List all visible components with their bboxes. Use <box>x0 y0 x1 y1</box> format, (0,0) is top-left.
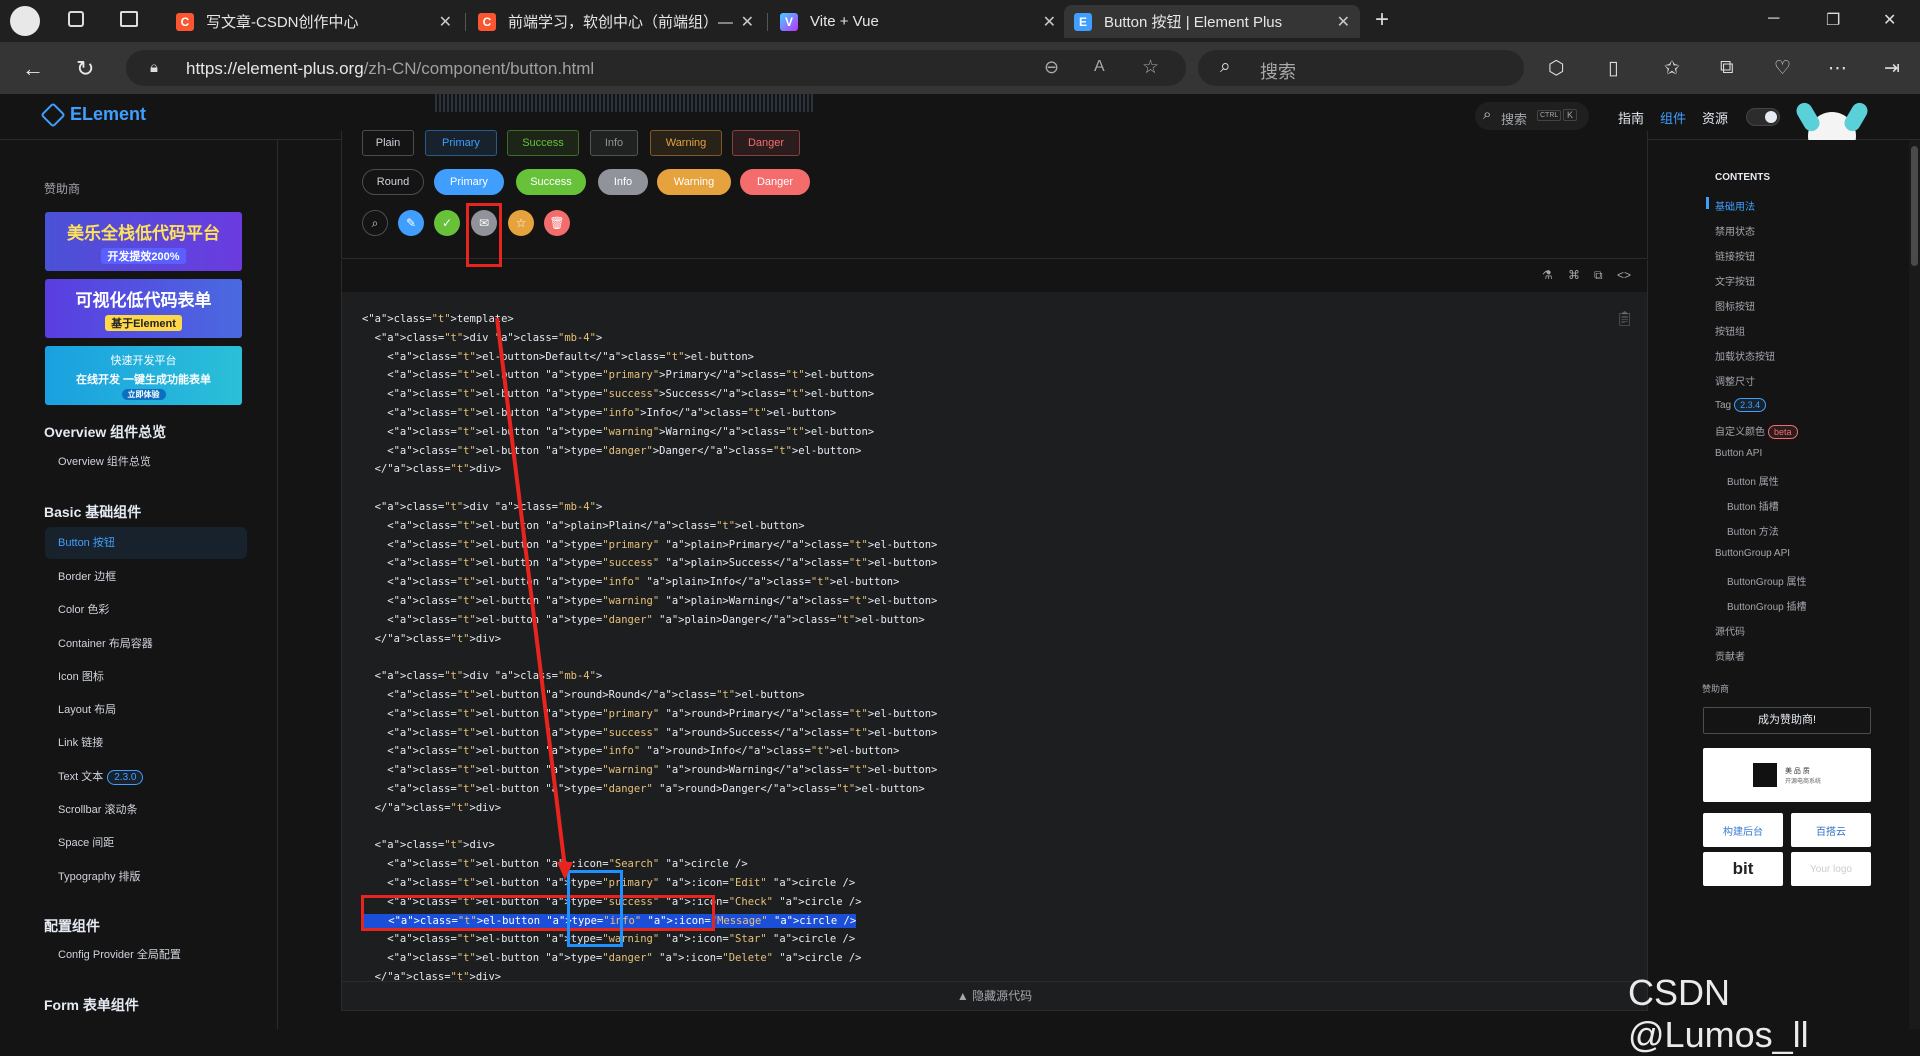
annotation-arrow <box>495 317 573 880</box>
watermark: CSDN @Lumos_ll <box>1628 972 1809 1055</box>
